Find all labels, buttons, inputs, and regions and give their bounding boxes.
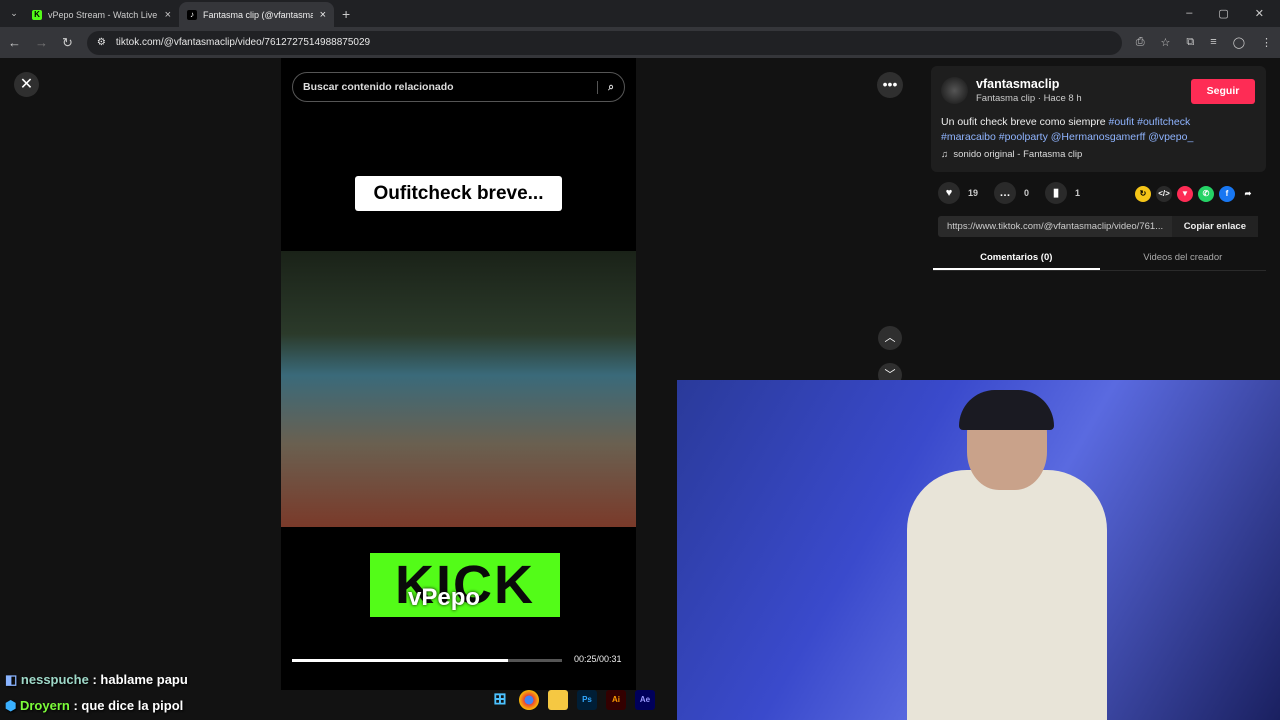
share-link-field[interactable]: https://www.tiktok.com/@vfantasmaclip/vi… [938,216,1258,237]
address-bar[interactable]: ⚙ tiktok.com/@vfantasmaclip/video/7612727… [86,30,1122,55]
chat-message: ◧ nesspuche : hablame papu [5,672,188,688]
comment-count: 0 [1024,188,1030,198]
comment-icon[interactable]: … [994,182,1017,204]
streamer-cap [959,390,1054,430]
desc-text: Un oufit check breve como siempre [941,116,1109,128]
previous-video-button[interactable]: ︿ [878,326,902,350]
bookmark-icon[interactable]: ▮ [1045,182,1068,204]
install-icon[interactable]: ⎙ [1136,36,1145,49]
badge-icon: ⬢ [5,698,17,713]
back-icon[interactable]: ← [8,35,21,50]
close-tab-icon[interactable]: × [165,9,171,21]
tab-title: Fantasma clip (@vfantasmaclip) [203,9,313,20]
progress-bar[interactable] [292,659,562,662]
tab-bar: ⌄ KvPepo Stream - Watch Live on Kick × ♪ F… [0,0,1280,27]
tab-comments[interactable]: Comentarios (0) [933,245,1100,270]
taskbar: ⊞ Ps Ai Ae [490,690,655,710]
send-icon[interactable]: ▼ [1177,186,1193,202]
chrome-icon[interactable] [519,690,539,710]
tab-search-icon[interactable]: ⌄ [4,8,24,19]
maximize-button[interactable]: ▢ [1218,7,1228,20]
mention[interactable]: @vpepo_ [1148,131,1193,143]
close-icon[interactable]: ✕ [14,72,39,97]
hashtag[interactable]: #poolparty [999,131,1048,143]
more-options-button[interactable]: ••• [877,72,903,98]
close-window-button[interactable]: ✕ [1255,7,1264,20]
chat-text: : hablame papu [92,672,188,687]
badge-icon: ◧ [5,672,18,687]
save-count: 1 [1075,188,1081,198]
follow-button[interactable]: Seguir [1191,79,1255,104]
embed-icon[interactable]: </> [1156,186,1172,202]
chat-message: ⬢ Droyern : que dice la pipol [5,698,183,714]
search-icon[interactable]: ⌕ [597,80,614,94]
close-tab-icon[interactable]: × [320,9,326,21]
menu-icon[interactable]: ⋮ [1261,36,1272,49]
panel-tabs: Comentarios (0) Videos del creador [933,245,1266,271]
media-icon[interactable]: ≡ [1210,36,1216,49]
music-note-icon: ♫ [941,149,949,160]
url-text: tiktok.com/@vfantasmaclip/video/76127275… [115,37,371,48]
sound-name: sonido original - Fantasma clip [953,149,1083,160]
tab-kick[interactable]: KvPepo Stream - Watch Live on Kick × [24,2,179,27]
windows-start-icon[interactable]: ⊞ [490,690,510,710]
webcam-overlay [677,380,1280,720]
video-caption: Oufitcheck breve... [355,176,562,211]
illustrator-icon[interactable]: Ai [606,690,626,710]
avatar[interactable] [941,77,968,104]
mention[interactable]: @Hermanosgamerff [1051,131,1146,143]
copy-link-button[interactable]: Copiar enlace [1171,216,1258,237]
video-frame [281,251,636,527]
extensions-icon[interactable]: ⧉ [1186,36,1194,49]
browser-toolbar: ← → ↻ ⚙ tiktok.com/@vfantasmaclip/video/761… [0,27,1280,58]
chat-text: : que dice la pipol [73,698,184,713]
site-settings-icon[interactable]: ⚙ [97,37,106,48]
kick-logo: KICK vPepo [370,553,560,617]
tiktok-favicon-icon: ♪ [187,9,197,20]
minimize-button[interactable]: – [1186,7,1192,20]
reload-icon[interactable]: ↻ [62,35,73,51]
like-icon[interactable]: ♥ [938,182,960,204]
forward-icon[interactable]: → [35,35,48,50]
share-icon[interactable]: ➦ [1240,186,1256,202]
post-card: vfantasmaclip Fantasma clip · Hace 8 h S… [931,66,1266,172]
hashtag[interactable]: #oufitcheck [1137,116,1190,128]
post-subtitle: Fantasma clip · Hace 8 h [976,93,1082,104]
username[interactable]: vfantasmaclip [976,77,1059,91]
sound-link[interactable]: ♫ sonido original - Fantasma clip [941,149,1082,160]
chat-user: nesspuche [20,672,89,687]
chat-user: Droyern [19,698,70,713]
kick-logo-sub: vPepo [408,584,481,611]
bookmark-star-icon[interactable]: ☆ [1161,36,1171,49]
streamer-body [907,470,1107,720]
like-count: 19 [968,188,979,198]
video-player[interactable]: Buscar contenido relacionado ⌕ Oufitcheck… [281,58,636,690]
after-effects-icon[interactable]: Ae [635,690,655,710]
search-placeholder: Buscar contenido relacionado [303,81,454,93]
tab-title: vPepo Stream - Watch Live on Kick [48,9,158,20]
new-tab-button[interactable]: + [342,6,350,22]
tab-tiktok[interactable]: ♪ Fantasma clip (@vfantasmaclip) × [179,2,334,27]
time-display: 00:25/00:31 [574,654,622,664]
link-text: https://www.tiktok.com/@vfantasmaclip/vi… [947,221,1164,232]
whatsapp-icon[interactable]: ✆ [1198,186,1214,202]
tab-creator-videos[interactable]: Videos del creador [1100,245,1267,270]
photoshop-icon[interactable]: Ps [577,690,597,710]
search-input[interactable]: Buscar contenido relacionado ⌕ [292,72,625,102]
facebook-icon[interactable]: f [1219,186,1235,202]
action-bar: ♥ 19 … 0 ▮ 1 [938,182,1080,204]
hashtag[interactable]: #oufit [1109,116,1135,128]
hashtag[interactable]: #maracaibo [941,131,996,143]
repost-icon[interactable]: ↻ [1135,186,1151,202]
file-explorer-icon[interactable] [548,690,568,710]
post-description: Un oufit check breve como siempre #oufit… [941,115,1261,144]
kick-favicon-icon: K [32,9,42,20]
share-options: ↻ </> ▼ ✆ f ➦ [1135,186,1256,202]
profile-icon[interactable]: ◯ [1233,36,1245,49]
